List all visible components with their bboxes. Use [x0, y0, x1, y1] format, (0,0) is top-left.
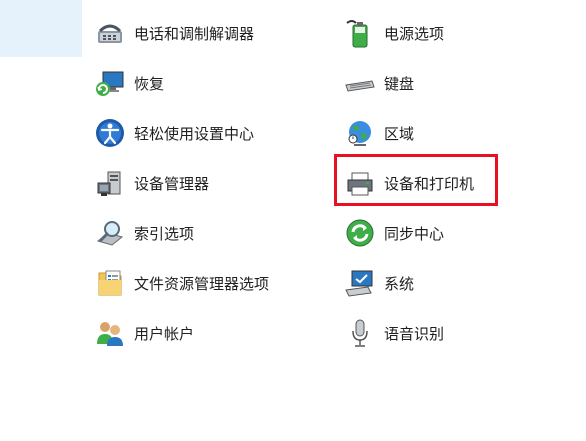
highlight-box: [334, 154, 498, 206]
folder-options-item[interactable]: 文件资源管理器选项: [92, 263, 269, 303]
sync-center-item[interactable]: 同步中心: [342, 213, 444, 253]
device-manager-icon: [92, 165, 128, 201]
item-label: 文件资源管理器选项: [134, 274, 270, 293]
keyboard-icon: [342, 65, 378, 101]
item-label: 区域: [384, 124, 415, 143]
item-label: 轻松使用设置中心: [134, 124, 255, 143]
folder-options-icon: [92, 265, 128, 301]
item-label: 系统: [384, 274, 415, 293]
item-label: 用户帐户: [134, 324, 195, 343]
ease-of-access-item[interactable]: 轻松使用设置中心: [92, 113, 254, 153]
item-label: 索引选项: [134, 224, 195, 243]
power-options-item[interactable]: 电源选项: [342, 13, 444, 53]
sync-center-icon: [342, 215, 378, 251]
item-label: 语音识别: [384, 324, 445, 343]
item-label: 设备管理器: [134, 174, 210, 193]
recovery-item[interactable]: 恢复: [92, 63, 164, 103]
sidebar-selected-item[interactable]: [0, 0, 82, 57]
item-label: 电话和调制解调器: [134, 24, 255, 43]
user-accounts-icon: [92, 315, 128, 351]
indexing-options-icon: [92, 215, 128, 251]
item-label: 恢复: [134, 74, 165, 93]
item-label: 电源选项: [384, 24, 445, 43]
item-label: 键盘: [384, 74, 415, 93]
item-label: 同步中心: [384, 224, 445, 243]
microphone-icon: [342, 315, 378, 351]
speech-recognition-item[interactable]: 语音识别: [342, 313, 444, 353]
system-item[interactable]: 系统: [342, 263, 414, 303]
device-manager-item[interactable]: 设备管理器: [92, 163, 209, 203]
power-options-icon: [342, 15, 378, 51]
region-globe-icon: [342, 115, 378, 151]
phone-modem-item[interactable]: 电话和调制解调器: [92, 13, 254, 53]
ease-of-access-icon: [92, 115, 128, 151]
phone-modem-icon: [92, 15, 128, 51]
indexing-options-item[interactable]: 索引选项: [92, 213, 194, 253]
recovery-icon: [92, 65, 128, 101]
control-panel-page: 电话和调制解调器 恢复 轻松使用设置中心 设备管理器 索引选项 文件资源管理器选…: [0, 0, 586, 441]
system-monitor-icon: [342, 265, 378, 301]
keyboard-item[interactable]: 键盘: [342, 63, 414, 103]
user-accounts-item[interactable]: 用户帐户: [92, 313, 194, 353]
region-item[interactable]: 区域: [342, 113, 414, 153]
